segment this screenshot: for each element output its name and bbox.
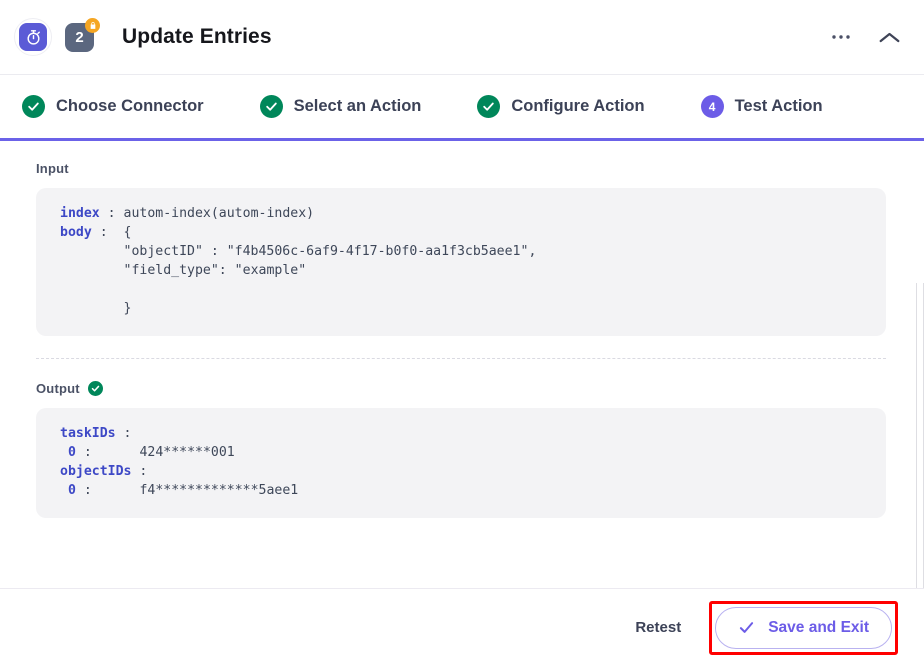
update-entries-panel: 2 Update Entries Choose Connector Select… (0, 0, 924, 666)
step-number-badge: 4 (700, 95, 724, 118)
wizard-stepper: Choose Connector Select an Action Config… (0, 75, 924, 141)
check-icon (259, 95, 283, 118)
vertical-scrollbar[interactable] (916, 283, 924, 588)
save-and-exit-highlight: Save and Exit (709, 600, 898, 655)
step-test-action[interactable]: 4 Test Action (700, 95, 823, 118)
check-circle-icon (87, 381, 103, 396)
step-number-chip-container[interactable]: 2 (65, 17, 100, 52)
panel-body: Input index : autom-index(autom-index) b… (0, 141, 924, 588)
input-label-text: Input (36, 161, 69, 176)
section-divider (36, 358, 886, 359)
panel-footer: Retest Save and Exit (0, 588, 924, 666)
output-key-objectids: objectIDs (60, 464, 132, 479)
code-value-index: autom-index(autom-index) (123, 206, 315, 221)
page-title: Update Entries (122, 25, 272, 48)
output-label-text: Output (36, 381, 80, 396)
step-choose-connector[interactable]: Choose Connector (22, 95, 204, 118)
input-code-block: index : autom-index(autom-index) body : … (36, 188, 886, 336)
step-label: Configure Action (511, 97, 645, 115)
output-index-taskids: 0 (67, 445, 76, 460)
lock-badge-icon (85, 17, 100, 33)
more-options-icon[interactable] (824, 20, 858, 54)
stopwatch-icon (19, 23, 47, 51)
code-key-index: index (60, 206, 100, 221)
code-key-body: body (60, 225, 92, 240)
step-configure-action[interactable]: Configure Action (477, 95, 645, 118)
step-label: Select an Action (293, 97, 422, 115)
check-icon (738, 620, 755, 635)
save-and-exit-label: Save and Exit (768, 618, 869, 636)
chevron-up-icon[interactable] (872, 20, 906, 54)
code-value-field-type: example (242, 263, 299, 278)
check-icon (22, 95, 45, 118)
code-value-object-id: f4b4506c-6af9-4f17-b0f0-aa1f3cb5aee1 (234, 244, 521, 259)
app-icon-container (14, 18, 52, 56)
output-key-taskids: taskIDs (60, 426, 116, 441)
save-and-exit-button[interactable]: Save and Exit (715, 606, 892, 649)
output-value-objectids: f4*************5aee1 (139, 483, 299, 498)
input-section-label: Input (36, 161, 886, 176)
step-select-an-action[interactable]: Select an Action (259, 95, 422, 118)
output-value-taskids: 424******001 (139, 445, 235, 460)
step-label: Test Action (734, 97, 823, 115)
check-icon (477, 95, 501, 118)
panel-header: 2 Update Entries (0, 0, 924, 75)
output-index-objectids: 0 (67, 483, 76, 498)
output-code-block: taskIDs : 0 : 424******001 objectIDs : 0… (36, 408, 886, 518)
step-label: Choose Connector (56, 97, 204, 115)
retest-button[interactable]: Retest (635, 619, 681, 636)
output-section-label: Output (36, 381, 886, 396)
